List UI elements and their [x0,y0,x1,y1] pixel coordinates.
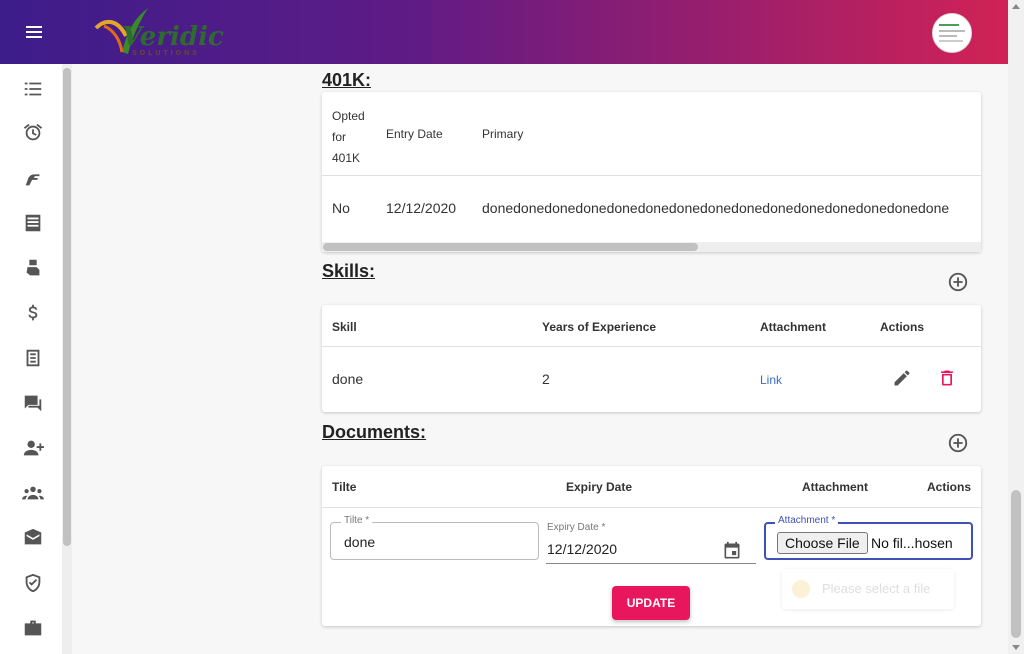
logo-text: Veridic [122,22,224,52]
main-content: 401K: Opted for 401K Entry Date Primary … [72,64,1008,654]
cell-opted: No [332,200,350,216]
col-primary: Primary [482,127,524,141]
expiry-date-field[interactable]: Expiry Date * 12/12/2020 [546,522,756,564]
edit-icon[interactable] [892,368,912,388]
veridic-logo[interactable]: Veridic SOLUTIONS [92,6,224,60]
col-skill: Skill [332,320,357,334]
col-doc-expiry: Expiry Date [566,480,633,494]
add-skill-icon[interactable] [947,271,969,293]
shield-check-icon[interactable] [22,572,44,594]
col-actions: Actions [880,320,925,334]
col-entry-date: Entry Date [386,127,443,141]
scroll-down-arrow-icon[interactable] [1012,645,1020,650]
alarm-icon[interactable] [22,122,44,144]
title-field-label: Tilte * [341,515,373,526]
section-title-skills: Skills: [322,261,376,281]
table-401k: Opted for 401K Entry Date Primary No 12/… [322,92,981,252]
expiry-field-value[interactable]: 12/12/2020 [547,541,617,557]
validation-toast: Please select a file [782,569,954,609]
notes-icon[interactable] [22,212,44,234]
horizontal-scroll-thumb[interactable] [323,243,698,251]
col-doc-attachment: Attachment [802,480,869,494]
choose-file-button[interactable]: Choose File [777,532,868,554]
add-document-icon[interactable] [947,432,969,454]
cell-entry-date: 12/12/2020 [386,200,457,216]
divider [322,175,981,176]
user-avatar[interactable] [932,13,972,53]
file-status-text: No fil...hosen [871,535,953,551]
sidebar-scrollbar[interactable] [62,64,72,654]
hand-money-icon[interactable] [22,257,44,279]
sidebar [0,64,72,654]
section-title-401k: 401K: [322,70,372,90]
cell-years: 2 [542,371,550,387]
divider [322,507,981,508]
logo-subtext: SOLUTIONS [132,50,200,57]
menu-icon[interactable] [20,18,48,46]
update-button[interactable]: UPDATE [612,586,690,620]
cell-primary: donedonedonedonedonedonedonedonedonedone… [482,200,950,216]
chat-icon[interactable] [22,392,44,414]
col-opted: Opted for 401K [332,106,365,169]
col-doc-actions: Actions [927,480,972,494]
attachment-link[interactable]: Link [760,373,782,387]
col-years: Years of Experience [542,320,657,334]
section-title-documents: Documents: [322,422,427,442]
col-opted-line: for [332,130,347,144]
page-scrollbar[interactable] [1008,0,1024,654]
title-field[interactable]: Tilte * done [330,515,539,560]
add-user-icon[interactable] [22,437,44,459]
table-horizontal-scrollbar[interactable] [322,242,981,252]
group-icon[interactable] [22,482,44,504]
dollar-icon[interactable] [22,302,44,324]
col-doc-title: Tilte [332,480,357,494]
calendar-icon[interactable] [722,541,742,561]
briefcase-icon[interactable] [22,617,44,639]
top-app-bar: Veridic SOLUTIONS [0,0,1008,64]
expiry-field-label: Expiry Date * [547,522,606,533]
checklist-icon[interactable] [22,78,44,100]
warning-icon [792,580,810,598]
page-scroll-thumb[interactable] [1011,490,1021,638]
hand-icon[interactable] [22,167,44,189]
attachment-field-label: Attachment * [775,515,839,526]
document-icon[interactable] [22,347,44,369]
attachment-field[interactable]: Attachment * Choose File No fil...hosen [764,515,973,560]
col-opted-line: 401K [332,151,361,165]
title-field-value[interactable]: done [344,534,375,550]
delete-icon[interactable] [937,368,957,388]
table-skills: Skill Years of Experience Attachment Act… [322,305,981,412]
toast-message: Please select a file [822,581,931,596]
sidebar-scroll-thumb[interactable] [63,68,71,546]
mail-icon[interactable] [22,527,44,549]
col-attachment: Attachment [760,320,827,334]
cell-skill: done [332,371,364,387]
col-opted-line: Opted [332,109,365,123]
divider [322,346,981,347]
scroll-up-arrow-icon[interactable] [1012,4,1020,9]
